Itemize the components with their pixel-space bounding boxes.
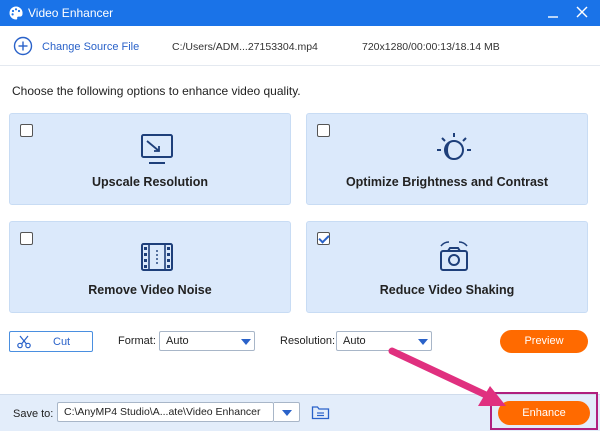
save-to-label: Save to: [13,408,54,420]
brightness-icon [437,133,471,160]
palette-icon [9,6,23,20]
option-upscale-resolution[interactable]: Upscale Resolution [9,113,291,205]
option-optimize-brightness[interactable]: Optimize Brightness and Contrast [306,113,588,205]
scissors-icon [17,335,31,349]
title-bar: Video Enhancer [0,0,600,26]
monitor-icon [141,134,173,164]
upscale-checkbox[interactable] [20,124,33,137]
option-remove-video-noise[interactable]: Remove Video Noise [9,221,291,313]
window-title: Video Enhancer [28,6,114,20]
noise-checkbox[interactable] [20,232,33,245]
resolution-label: Resolution: [280,335,336,347]
folder-icon[interactable] [311,404,330,420]
brightness-checkbox[interactable] [317,124,330,137]
chevron-down-icon [418,339,428,345]
shaking-checkbox[interactable] [317,232,330,245]
instruction-text: Choose the following options to enhance … [12,84,301,98]
resolution-value: Auto [343,335,366,347]
film-icon [141,243,173,271]
source-file-info: 720x1280/00:00:13/18.14 MB [362,41,500,53]
save-path-value: C:\AnyMP4 Studio\A...ate\Video Enhancer [64,406,261,418]
option-label: Remove Video Noise [88,283,212,297]
format-select[interactable]: Auto [159,331,255,351]
change-source-file-button[interactable]: Change Source File [42,41,139,53]
option-label: Optimize Brightness and Contrast [345,175,549,189]
preview-button[interactable]: Preview [500,330,588,353]
close-icon[interactable] [574,4,590,20]
add-circle-icon[interactable] [13,36,33,56]
cut-label: Cut [53,336,71,348]
save-path-dropdown[interactable] [274,402,300,422]
source-file-path: C:/Users/ADM...27153304.mp4 [172,41,318,53]
option-label: Upscale Resolution [92,175,208,189]
format-value: Auto [166,335,189,347]
save-path-field[interactable]: C:\AnyMP4 Studio\A...ate\Video Enhancer [57,402,274,422]
cut-button[interactable]: Cut [9,331,93,352]
option-label: Reduce Video Shaking [379,283,515,297]
option-reduce-video-shaking[interactable]: Reduce Video Shaking [306,221,588,313]
camera-shake-icon [440,241,468,271]
source-file-bar: Change Source File C:/Users/ADM...271533… [0,26,600,66]
format-label: Format: [118,335,156,347]
chevron-down-icon [241,339,251,345]
enhance-button[interactable]: Enhance [498,401,590,425]
chevron-down-icon [282,410,292,416]
minimize-icon[interactable] [546,4,560,20]
resolution-select[interactable]: Auto [336,331,432,351]
